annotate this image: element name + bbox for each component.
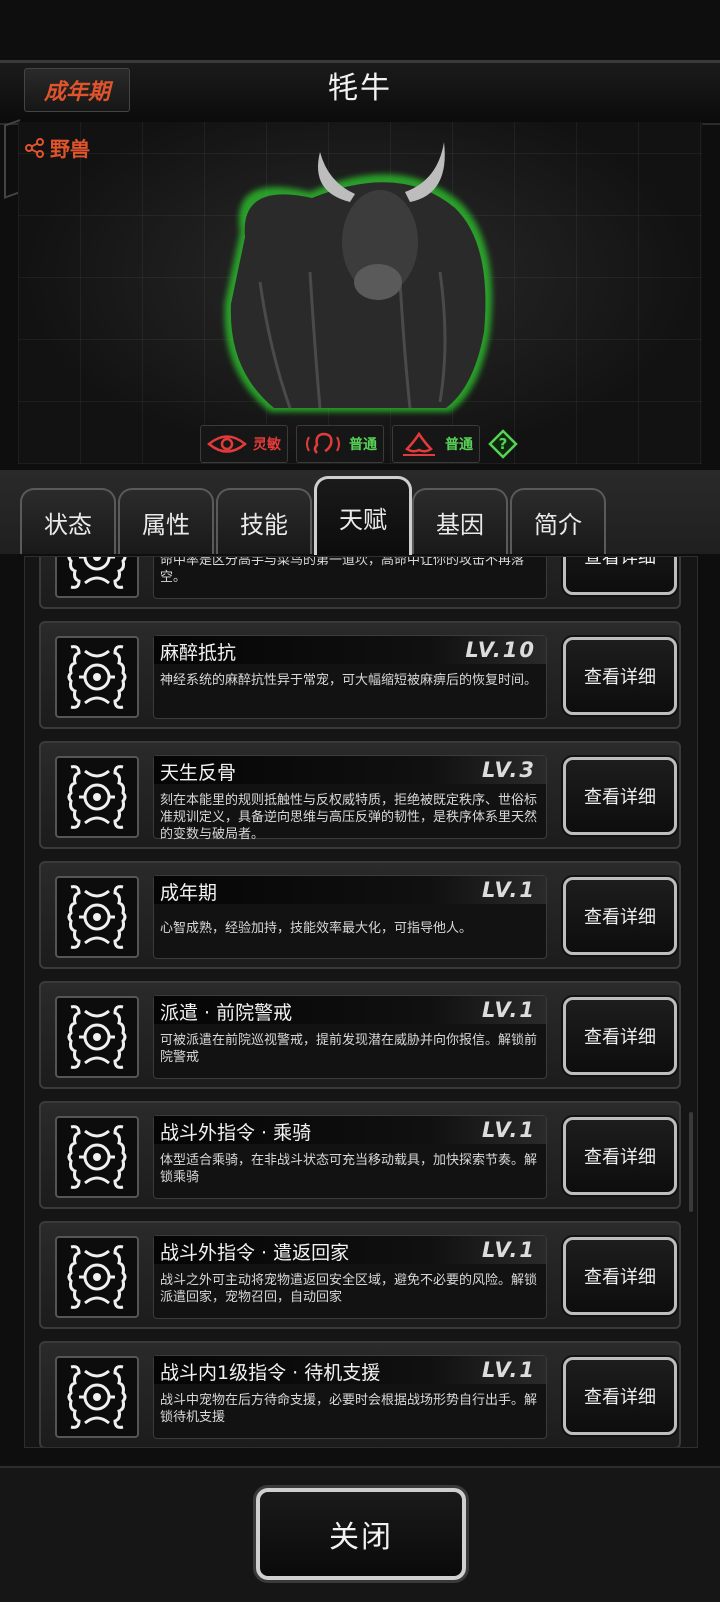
trait-label: 普通 xyxy=(349,437,377,453)
talent-name: 派遣 · 前院警戒 xyxy=(160,1002,293,1024)
talent-emblem-icon xyxy=(65,883,129,951)
tab-talents[interactable]: 天赋 xyxy=(314,476,412,555)
talent-row: 麻醉抵抗 LV.10 神经系统的麻醉抗性异于常宠，可大幅缩短被麻痹后的恢复时间。… xyxy=(39,621,681,729)
talent-emblem xyxy=(55,756,139,838)
talent-emblem-icon xyxy=(65,643,129,711)
talent-name: 成年期 xyxy=(160,882,218,904)
view-detail-button[interactable]: 查看详细 xyxy=(563,1117,677,1195)
talent-emblem-icon xyxy=(65,556,129,591)
talent-emblem-icon xyxy=(65,1243,129,1311)
talent-emblem-icon xyxy=(65,1123,129,1191)
view-detail-button[interactable]: 查看详细 xyxy=(563,1357,677,1435)
talent-emblem-icon xyxy=(65,1363,129,1431)
view-detail-button[interactable]: 查看详细 xyxy=(563,637,677,715)
talent-info: 命中率是区分高手与菜鸟的第一道坎，高命中让你的攻击不再落空。 xyxy=(153,556,547,599)
talent-row: 天生反骨 LV.3 刻在本能里的规则抵触性与反权威特质，拒绝被既定秩序、世俗标准… xyxy=(39,741,681,849)
talent-row: 命中率是区分高手与菜鸟的第一道坎，高命中让你的攻击不再落空。 查看详细 xyxy=(39,556,681,609)
talent-row: 战斗内1级指令 · 待机支援 LV.1 战斗中宠物在后方待命支援，必要时会根据战… xyxy=(39,1341,681,1447)
talent-info: 战斗外指令 · 乘骑 LV.1 体型适合乘骑，在非战斗状态可充当移动载具，加快探… xyxy=(153,1115,547,1199)
talent-row: 成年期 LV.1 心智成熟，经验加持，技能效率最大化，可指导他人。 查看详细 xyxy=(39,861,681,969)
trait-label: 灵敏 xyxy=(253,437,281,453)
talent-info: 麻醉抵抗 LV.10 神经系统的麻醉抗性异于常宠，可大幅缩短被麻痹后的恢复时间。 xyxy=(153,635,547,719)
talent-level: LV.1 xyxy=(481,1358,536,1382)
trait-hearing[interactable]: 普通 xyxy=(296,425,384,463)
view-detail-button[interactable]: 查看详细 xyxy=(563,1237,677,1315)
eye-icon xyxy=(207,435,247,453)
talent-desc: 战斗中宠物在后方待命支援，必要时会根据战场形势自行出手。解锁待机支援 xyxy=(160,1393,538,1425)
ear-icon xyxy=(306,432,340,454)
talent-row: 派遣 · 前院警戒 LV.1 可被派遣在前院巡视警戒，提前发现潜在威胁并向你报信… xyxy=(39,981,681,1089)
view-detail-button[interactable]: 查看详细 xyxy=(563,757,677,835)
trait-smell[interactable]: 普通 xyxy=(392,425,480,463)
talent-name: 战斗内1级指令 · 待机支援 xyxy=(160,1362,381,1384)
close-button[interactable]: 关闭 xyxy=(256,1488,466,1580)
talent-info: 成年期 LV.1 心智成熟，经验加持，技能效率最大化，可指导他人。 xyxy=(153,875,547,959)
talent-desc: 神经系统的麻醉抗性异于常宠，可大幅缩短被麻痹后的恢复时间。 xyxy=(160,673,538,688)
help-button[interactable]: ? xyxy=(488,429,518,459)
talent-emblem xyxy=(55,1236,139,1318)
talent-emblem xyxy=(55,876,139,958)
tab-skills[interactable]: 技能 xyxy=(216,488,312,554)
trait-sight[interactable]: 灵敏 xyxy=(200,425,288,463)
view-detail-button[interactable]: 查看详细 xyxy=(563,997,677,1075)
trait-bar: 灵敏 普通 普通 ? xyxy=(200,425,518,463)
page-title: 牦牛 xyxy=(328,71,392,106)
talent-emblem xyxy=(55,1116,139,1198)
talent-row: 战斗外指令 · 遣返回家 LV.1 战斗之外可主动将宠物遣返回安全区域，避免不必… xyxy=(39,1221,681,1329)
talent-desc: 体型适合乘骑，在非战斗状态可充当移动载具，加快探索节奏。解锁乘骑 xyxy=(160,1153,538,1185)
view-detail-button[interactable]: 查看详细 xyxy=(563,557,677,595)
species-label: 野兽 xyxy=(50,137,90,161)
share-icon xyxy=(25,137,44,158)
tab-genes[interactable]: 基因 xyxy=(412,488,508,554)
talent-level: LV.1 xyxy=(481,878,536,902)
talent-emblem xyxy=(55,556,139,598)
tab-intro[interactable]: 简介 xyxy=(510,488,606,554)
species-tag[interactable]: 野兽 xyxy=(24,133,90,162)
tab-status[interactable]: 状态 xyxy=(20,488,116,554)
talent-level: LV.1 xyxy=(481,1118,536,1142)
talent-emblem-icon xyxy=(65,1003,129,1071)
talent-emblem xyxy=(55,1356,139,1438)
talent-name: 战斗外指令 · 遣返回家 xyxy=(160,1242,350,1264)
talent-level: LV.3 xyxy=(481,758,536,782)
talent-desc: 战斗之外可主动将宠物遣返回安全区域，避免不必要的风险。解锁派遣回家，宠物召回，自… xyxy=(160,1273,538,1305)
nose-icon xyxy=(403,431,435,456)
talent-info: 派遣 · 前院警戒 LV.1 可被派遣在前院巡视警戒，提前发现潜在威胁并向你报信… xyxy=(153,995,547,1079)
talent-row: 战斗外指令 · 乘骑 LV.1 体型适合乘骑，在非战斗状态可充当移动载具，加快探… xyxy=(39,1101,681,1209)
svg-text:?: ? xyxy=(499,435,508,453)
talent-desc: 心智成熟，经验加持，技能效率最大化，可指导他人。 xyxy=(160,921,473,936)
talent-info: 战斗内1级指令 · 待机支援 LV.1 战斗中宠物在后方待命支援，必要时会根据战… xyxy=(153,1355,547,1439)
talent-level: LV.1 xyxy=(481,1238,536,1262)
talent-level: LV.1 xyxy=(481,998,536,1022)
talent-name: 战斗外指令 · 乘骑 xyxy=(160,1122,312,1144)
talent-info: 战斗外指令 · 遣返回家 LV.1 战斗之外可主动将宠物遣返回安全区域，避免不必… xyxy=(153,1235,547,1319)
yak-portrait xyxy=(224,142,492,412)
list-scrollbar[interactable] xyxy=(689,1112,693,1212)
talent-desc: 可被派遣在前院巡视警戒，提前发现潜在威胁并向你报信。解锁前院警戒 xyxy=(160,1033,538,1065)
view-detail-button[interactable]: 查看详细 xyxy=(563,877,677,955)
talent-info: 天生反骨 LV.3 刻在本能里的规则抵触性与反权威特质，拒绝被既定秩序、世俗标准… xyxy=(153,755,547,842)
question-icon: ? xyxy=(488,429,518,459)
talent-name: 天生反骨 xyxy=(160,762,237,784)
talent-desc: 命中率是区分高手与菜鸟的第一道坎，高命中让你的攻击不再落空。 xyxy=(160,556,525,585)
talent-emblem xyxy=(55,996,139,1078)
talent-list[interactable]: 命中率是区分高手与菜鸟的第一道坎，高命中让你的攻击不再落空。 查看详细 麻醉抵抗… xyxy=(24,556,698,1448)
talent-emblem xyxy=(55,636,139,718)
talent-emblem-icon xyxy=(65,763,129,831)
talent-level: LV.10 xyxy=(465,638,536,662)
talent-desc: 刻在本能里的规则抵触性与反权威特质，拒绝被既定秩序、世俗标准规训定义，具备逆向思… xyxy=(160,793,538,842)
talent-name: 麻醉抵抗 xyxy=(160,642,237,664)
tab-attributes[interactable]: 属性 xyxy=(118,488,214,554)
trait-label: 普通 xyxy=(445,437,473,453)
